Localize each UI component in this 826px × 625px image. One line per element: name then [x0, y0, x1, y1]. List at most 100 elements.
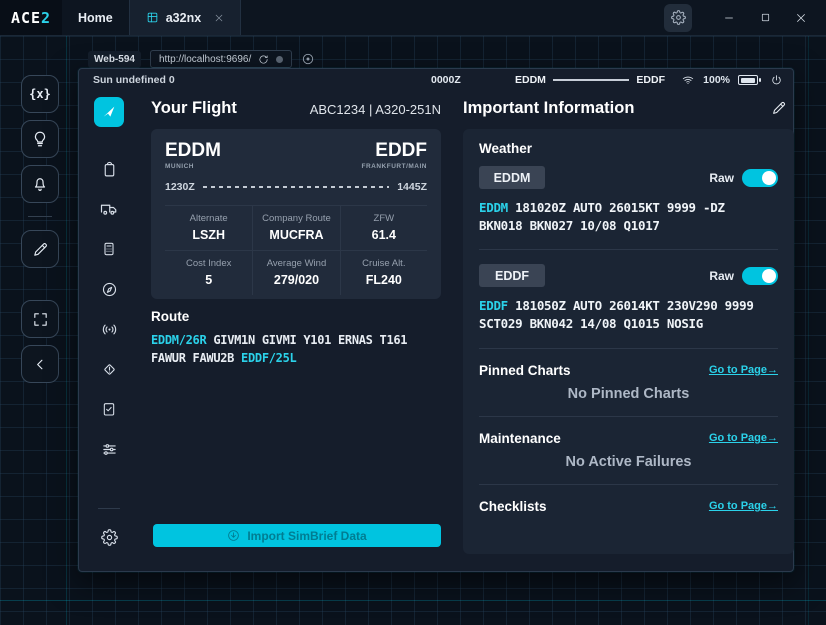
- import-simbrief-button[interactable]: Import SimBrief Data: [153, 524, 441, 547]
- sidebar-divider: [98, 508, 120, 509]
- destination-icao: EDDF: [362, 141, 428, 161]
- info-label: ZFW: [345, 213, 423, 224]
- nav-checklists[interactable]: [91, 389, 127, 429]
- variables-icon: {x}: [29, 87, 51, 101]
- settings-button[interactable]: [664, 4, 692, 32]
- info-cell-company-route: Company Route MUCFRA: [252, 206, 339, 250]
- app-logo: ACE2: [0, 0, 62, 35]
- truck-icon: [100, 200, 118, 218]
- expand-button[interactable]: [21, 300, 59, 338]
- tab-home-label: Home: [78, 11, 113, 25]
- warning-diamond-icon: [101, 361, 118, 378]
- broadcast-icon: [101, 321, 118, 338]
- important-information-title: Important Information: [463, 99, 634, 118]
- maintenance-empty: No Active Failures: [479, 454, 778, 470]
- capture-button[interactable]: [301, 52, 315, 66]
- departure-time: 1230Z: [165, 181, 195, 193]
- edit-button[interactable]: [21, 230, 59, 268]
- expand-icon: [32, 311, 49, 328]
- minimize-icon: [723, 12, 735, 24]
- sim-grid-icon: [146, 11, 159, 24]
- tab-home[interactable]: Home: [62, 0, 129, 35]
- flight-card: EDDM MUNICH EDDF FRANKFURT/MAIN 1230Z 14…: [151, 129, 441, 299]
- grid-guide-vertical-right: [808, 36, 809, 625]
- maximize-button[interactable]: [752, 5, 778, 31]
- flight-info-grid: Alternate LSZH Company Route MUCFRA ZFW …: [165, 205, 427, 295]
- clock: 0000Z: [431, 74, 461, 86]
- origin-city: MUNICH: [165, 163, 221, 170]
- ace2-app: ACE2 Home a32nx: [0, 0, 826, 625]
- destination-block: EDDF FRANKFURT/MAIN: [362, 141, 428, 170]
- power-icon[interactable]: [770, 74, 783, 87]
- titlebar-controls: [664, 0, 826, 35]
- weather-station-row: EDDF Raw: [479, 264, 778, 287]
- pencil-icon: [771, 100, 787, 116]
- notifications-button[interactable]: [21, 165, 59, 203]
- nav-performance[interactable]: [91, 229, 127, 269]
- url-text: http://localhost:9696/: [159, 54, 251, 65]
- battery-icon: [738, 75, 758, 85]
- route-departure: EDDM/26R: [151, 333, 206, 347]
- variables-button[interactable]: {x}: [21, 75, 59, 113]
- nav-atc[interactable]: [91, 309, 127, 349]
- maximize-icon: [760, 12, 771, 23]
- nav-dashboard[interactable]: [91, 149, 127, 189]
- raw-toggle[interactable]: [742, 267, 778, 285]
- important-information-panel: Weather EDDM Raw EDDM 181020Z AUTO 26015…: [463, 129, 794, 554]
- metar-text: 181020Z AUTO 26015KT 9999 -DZ BKN018 BKN…: [479, 200, 725, 233]
- info-value: 279/020: [257, 273, 335, 287]
- leg-origin: EDDM: [515, 74, 546, 86]
- efb-window: Sun undefined 0 0000Z EDDM EDDF 100%: [78, 68, 794, 572]
- raw-label: Raw: [709, 171, 734, 185]
- info-value: MUCFRA: [257, 228, 335, 242]
- edit-info-button[interactable]: [771, 100, 787, 116]
- tab-close-icon[interactable]: [214, 13, 224, 23]
- raw-toggle[interactable]: [742, 169, 778, 187]
- gear-icon: [101, 529, 118, 546]
- maintenance-link[interactable]: Go to Page→: [709, 432, 778, 444]
- efb-sidebar: [91, 97, 127, 557]
- nav-failures[interactable]: [91, 349, 127, 389]
- reload-icon[interactable]: [258, 54, 269, 65]
- maintenance-title: Maintenance: [479, 431, 561, 446]
- origin-block: EDDM MUNICH: [165, 141, 221, 170]
- flybywire-logo-button[interactable]: [94, 97, 124, 127]
- station-button-eddf[interactable]: EDDF: [479, 264, 545, 287]
- close-button[interactable]: [788, 5, 814, 31]
- origin-icao: EDDM: [165, 141, 221, 161]
- weather-title: Weather: [479, 141, 778, 156]
- nav-navigation[interactable]: [91, 269, 127, 309]
- checklist-icon: [101, 401, 117, 417]
- checklists-title: Checklists: [479, 499, 547, 514]
- pinned-charts-link[interactable]: Go to Page→: [709, 364, 778, 376]
- nav-settings[interactable]: [91, 517, 127, 557]
- chevron-left-icon: [32, 356, 49, 373]
- nav-ground[interactable]: [91, 189, 127, 229]
- metar-station-code: EDDM: [479, 200, 508, 215]
- efb-statusbar: Sun undefined 0 0000Z EDDM EDDF 100%: [79, 69, 793, 91]
- route-string: EDDM/26R GIVM1N GIVMI Y101 ERNAS T161 FA…: [151, 331, 443, 367]
- station-button-eddm[interactable]: EDDM: [479, 166, 545, 189]
- info-value: 5: [169, 273, 248, 287]
- info-value: LSZH: [169, 228, 248, 242]
- collapse-button[interactable]: [21, 345, 59, 383]
- capture-icon: [301, 52, 315, 66]
- metar-station-code: EDDF: [479, 298, 508, 313]
- info-cell-cruise-alt: Cruise Alt. FL240: [340, 250, 427, 295]
- nav-presets[interactable]: [91, 429, 127, 469]
- address-bar[interactable]: http://localhost:9696/: [150, 50, 292, 68]
- info-label: Average Wind: [257, 258, 335, 269]
- destination-city: FRANKFURT/MAIN: [362, 163, 428, 170]
- grid-guide-horizontal: [0, 600, 826, 601]
- flight-leg-indicator: EDDM EDDF: [515, 74, 665, 86]
- info-cell-alternate: Alternate LSZH: [165, 206, 252, 250]
- wifi-icon: [681, 74, 695, 86]
- tab-a32nx[interactable]: a32nx: [129, 0, 241, 35]
- minimize-button[interactable]: [716, 5, 742, 31]
- info-label: Cost Index: [169, 258, 248, 269]
- ideas-button[interactable]: [21, 120, 59, 158]
- checklists-link[interactable]: Go to Page→: [709, 500, 778, 512]
- shell-sidebar: {x}: [21, 75, 59, 383]
- info-cell-average-wind: Average Wind 279/020: [252, 250, 339, 295]
- logo-text: ACE: [11, 9, 41, 27]
